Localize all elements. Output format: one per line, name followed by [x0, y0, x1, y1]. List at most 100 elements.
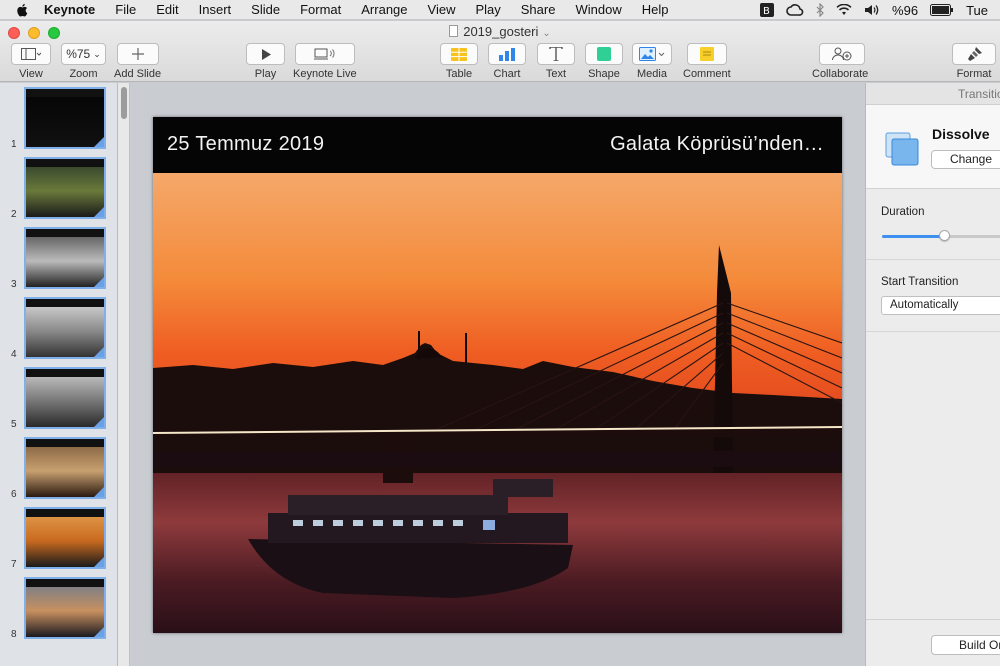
chart-button[interactable] [488, 43, 526, 65]
battery-icon[interactable] [930, 4, 954, 16]
zoom-value: %75 [66, 47, 91, 61]
menu-arrange[interactable]: Arrange [361, 2, 407, 17]
plus-icon [131, 48, 144, 60]
collaborate-button[interactable] [819, 43, 866, 65]
chart-tool[interactable]: Chart [488, 43, 526, 80]
zoom-select[interactable]: %75 ⌄ [61, 43, 106, 65]
view-tool[interactable]: View [11, 43, 51, 80]
zoom-tool[interactable]: %75 ⌄ Zoom [61, 43, 106, 80]
shape-tool[interactable]: Shape [585, 43, 623, 80]
chevron-down-icon: ⌄ [542, 28, 551, 39]
transition-marker-icon [93, 626, 104, 637]
slide-number: 6 [11, 489, 17, 500]
thumbnail-header [26, 579, 104, 587]
slide-thumbnail-row[interactable]: 1 [0, 87, 117, 157]
slide-date-text[interactable]: 25 Temmuz 2019 [167, 133, 324, 156]
slide-number: 2 [11, 209, 17, 220]
slide-number: 4 [11, 349, 17, 360]
table-tool[interactable]: Table [440, 43, 478, 80]
battery-percent[interactable]: %96 [892, 3, 918, 18]
text-button[interactable] [537, 43, 575, 65]
comment-tool[interactable]: Comment [683, 43, 731, 80]
change-button[interactable]: Change [931, 150, 1000, 169]
slide-photo[interactable] [153, 173, 842, 633]
duration-slider[interactable] [882, 230, 1000, 241]
slide-thumbnail-row[interactable]: 8 [0, 577, 117, 647]
slider-knob[interactable] [939, 230, 951, 241]
format-tool[interactable]: Format [952, 43, 996, 80]
menu-window[interactable]: Window [575, 2, 621, 17]
view-label: View [19, 68, 43, 80]
menu-insert[interactable]: Insert [199, 2, 232, 17]
comment-button[interactable] [686, 43, 727, 65]
minaret-left [418, 331, 420, 361]
start-transition-select[interactable]: Automatically [881, 296, 1000, 315]
menu-app-keynote[interactable]: Keynote [44, 2, 95, 17]
menu-view[interactable]: View [428, 2, 456, 17]
dissolve-effect-icon [885, 132, 919, 166]
view-button[interactable] [11, 43, 51, 65]
slide-thumbnail-row[interactable]: 4 [0, 297, 117, 367]
status-area: B %96 Tue [760, 0, 1000, 20]
slide-thumbnail-row[interactable]: 5 [0, 367, 117, 437]
slide-thumbnail[interactable] [24, 437, 106, 499]
apple-icon[interactable] [14, 3, 32, 17]
slide-thumbnail[interactable] [24, 297, 106, 359]
slide-thumbnail-row[interactable]: 2 [0, 157, 117, 227]
slide-thumbnail[interactable] [24, 507, 106, 569]
transition-marker-icon [93, 556, 104, 567]
slide-navigator[interactable]: 1 2 3 4 5 6 7 8 [0, 83, 118, 666]
slide-thumbnail[interactable] [24, 87, 106, 149]
menu-edit[interactable]: Edit [156, 2, 178, 17]
menu-file[interactable]: File [115, 2, 136, 17]
scrollbar-thumb[interactable] [121, 87, 127, 119]
slide-thumbnail-row[interactable]: 6 [0, 437, 117, 507]
status-app-icon[interactable]: B [760, 3, 775, 17]
play-button[interactable] [246, 43, 285, 65]
navigator-scrollbar[interactable] [118, 83, 130, 666]
slide-thumbnail[interactable] [24, 227, 106, 289]
text-label: Text [545, 68, 567, 80]
start-transition-label: Start Transition [881, 276, 959, 288]
play-tool[interactable]: Play [246, 43, 285, 80]
tab-transition[interactable]: Transitio [866, 83, 1000, 105]
slide-thumbnail-row[interactable]: 3 [0, 227, 117, 297]
comment-icon [699, 47, 714, 61]
transition-marker-icon [93, 346, 104, 357]
format-button[interactable] [952, 43, 996, 65]
slide-caption-text[interactable]: Galata Köprüsü’nden… [610, 133, 824, 156]
menu-format[interactable]: Format [300, 2, 341, 17]
bluetooth-icon[interactable] [816, 3, 824, 17]
wifi-icon[interactable] [836, 4, 852, 16]
add-slide-tool[interactable]: Add Slide [114, 43, 161, 80]
text-tool[interactable]: Text [537, 43, 575, 80]
document-icon [449, 25, 459, 37]
keynote-live-button[interactable] [294, 43, 355, 65]
menu-share[interactable]: Share [521, 2, 556, 17]
divider [866, 331, 1000, 332]
clock-text[interactable]: Tue [966, 3, 988, 18]
slide-thumbnail[interactable] [24, 367, 106, 429]
slide-thumbnail[interactable] [24, 157, 106, 219]
menu-help[interactable]: Help [642, 2, 669, 17]
collaborate-tool[interactable]: Collaborate [812, 43, 868, 80]
volume-icon[interactable] [864, 4, 880, 16]
media-icon [639, 47, 665, 61]
slide-thumbnail[interactable] [24, 577, 106, 639]
shape-button[interactable] [585, 43, 623, 65]
duration-label: Duration [881, 206, 925, 218]
keynote-live-tool[interactable]: Keynote Live [293, 43, 357, 80]
window-title[interactable]: 2019_gosteri ⌄ [0, 24, 1000, 39]
menu-play[interactable]: Play [475, 2, 500, 17]
add-slide-button[interactable] [116, 43, 159, 65]
creative-cloud-icon[interactable] [786, 4, 804, 16]
table-button[interactable] [440, 43, 478, 65]
build-order-button[interactable]: Build Or [931, 635, 1000, 655]
slide-thumbnail-row[interactable]: 7 [0, 507, 117, 577]
menu-slide[interactable]: Slide [251, 2, 280, 17]
thumbnail-header [26, 299, 104, 307]
media-tool[interactable]: Media [632, 43, 672, 80]
media-button[interactable] [632, 43, 672, 65]
current-slide[interactable]: 25 Temmuz 2019 Galata Köprüsü’nden… [153, 117, 842, 633]
slide-number: 5 [11, 419, 17, 430]
